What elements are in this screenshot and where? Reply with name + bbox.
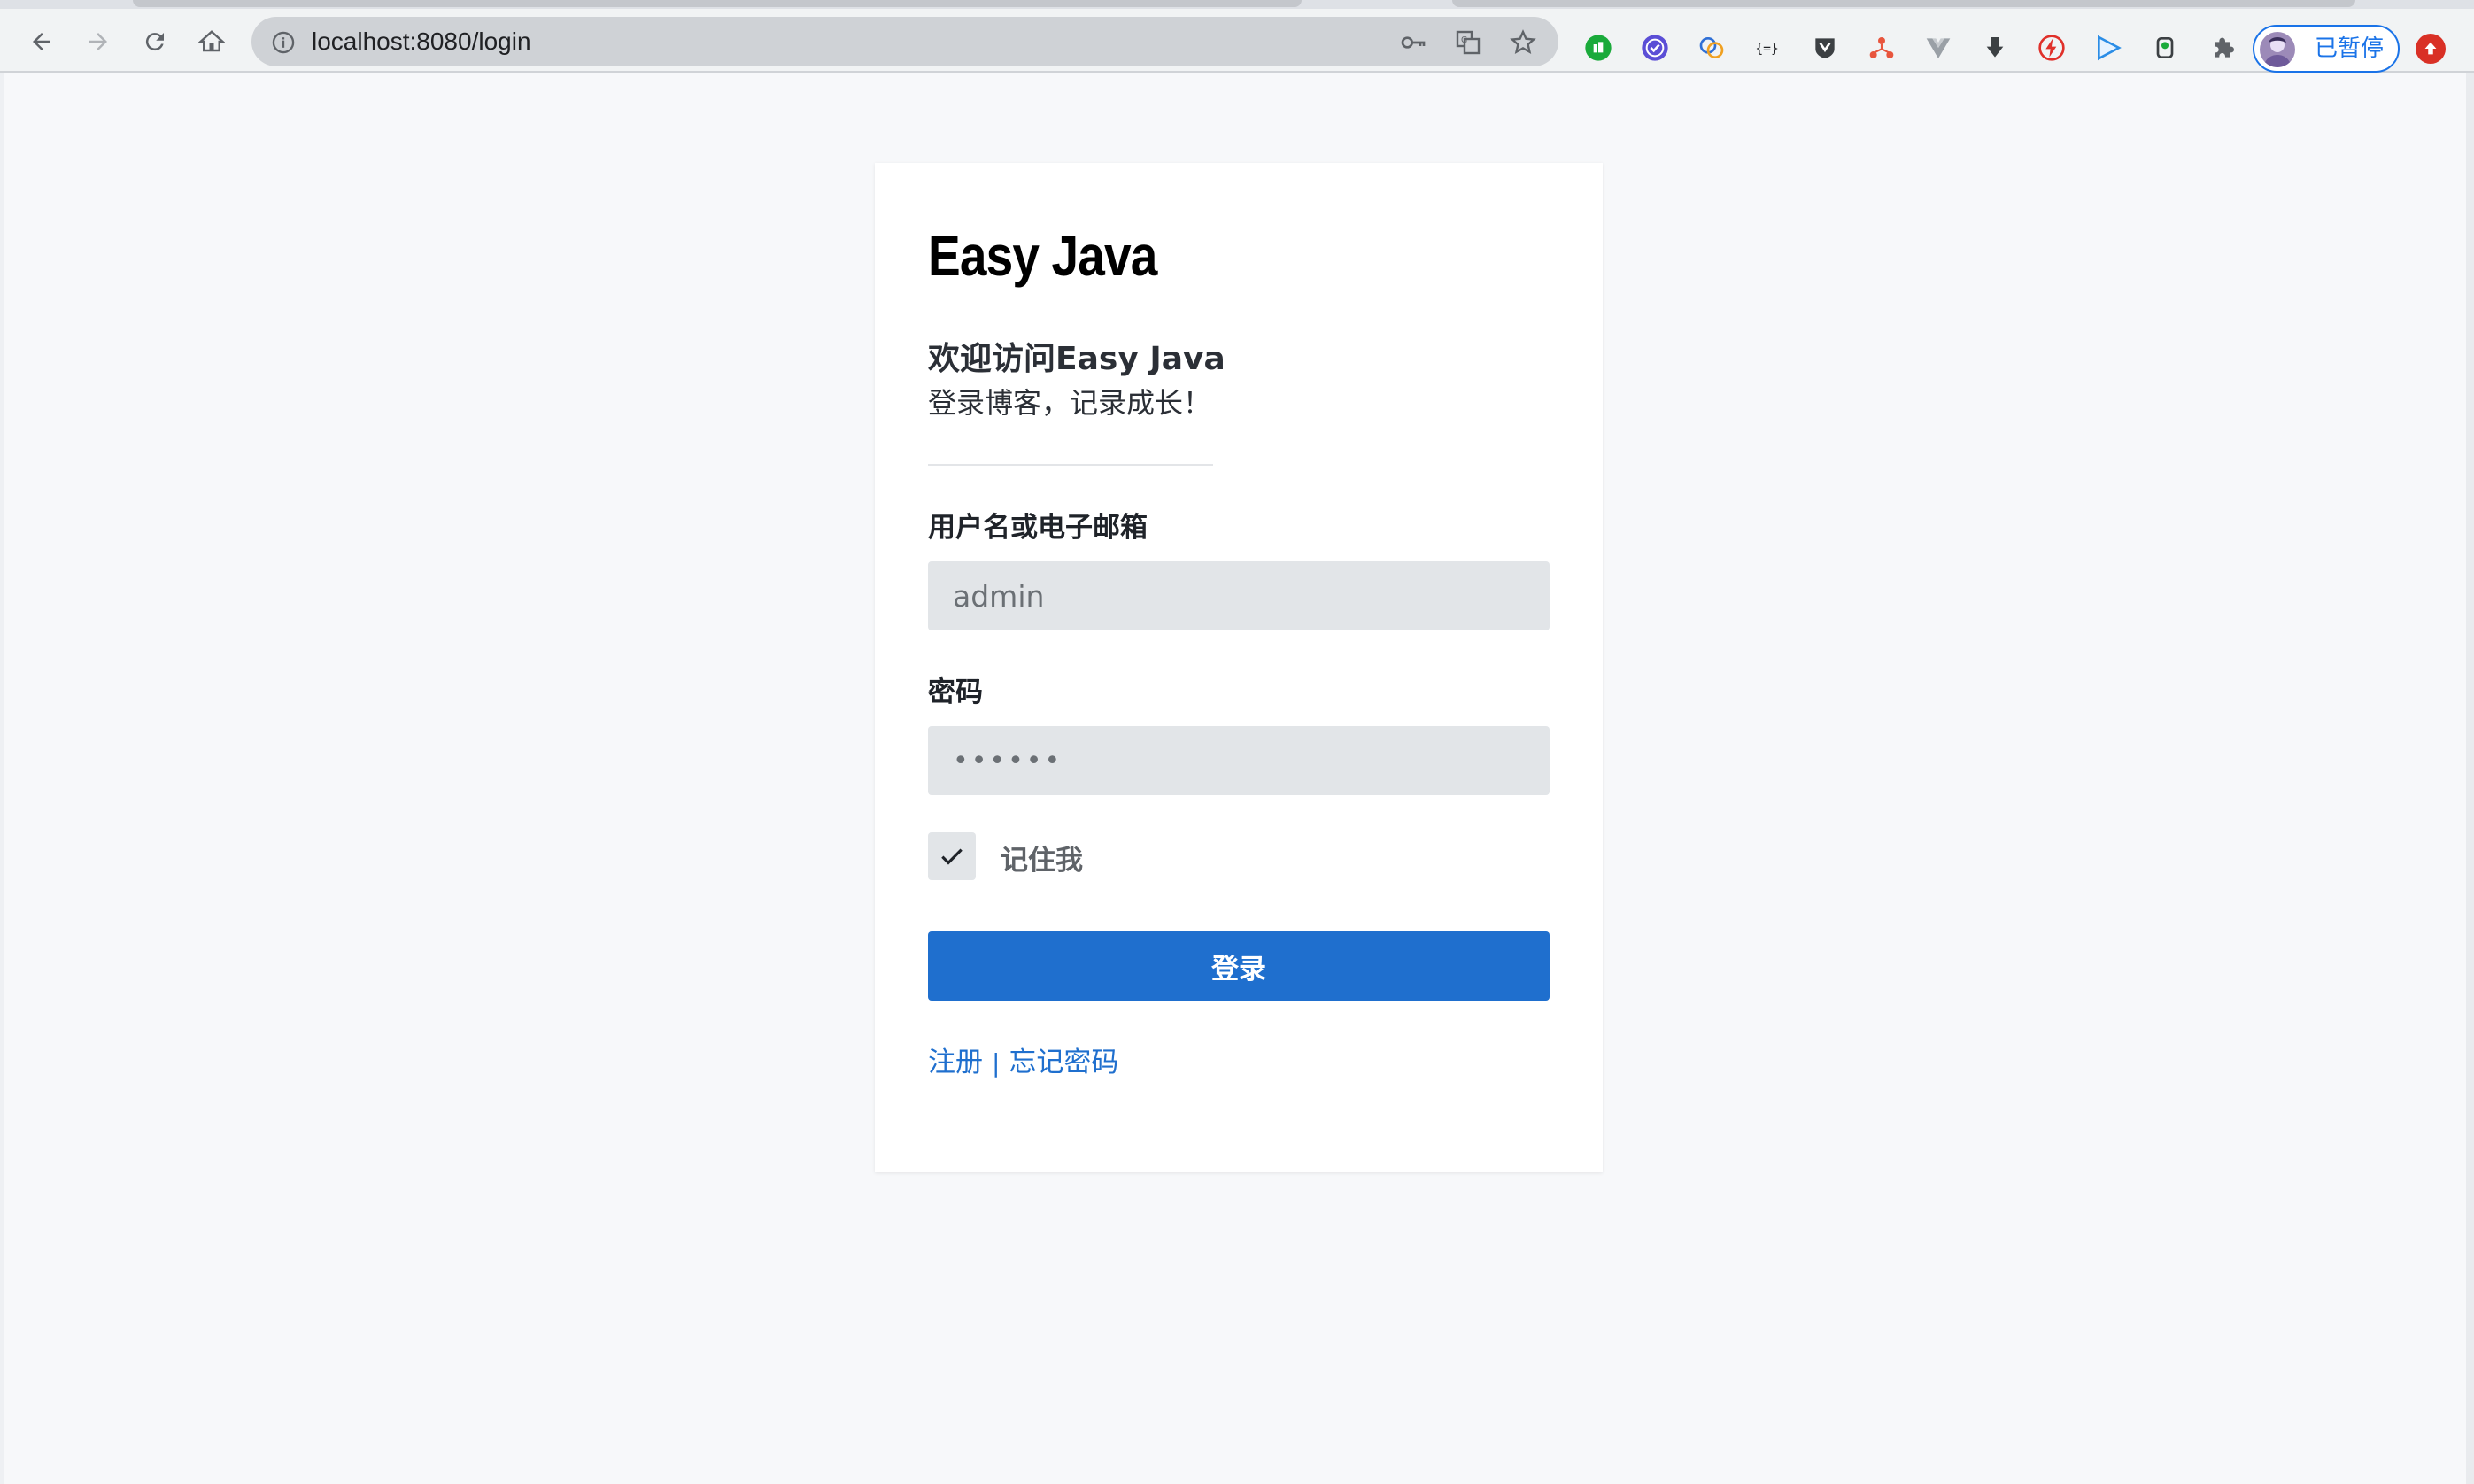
purple-check-ext-icon[interactable] bbox=[1640, 33, 1670, 63]
username-field[interactable] bbox=[928, 561, 1550, 630]
json-ext-icon[interactable]: {=} bbox=[1753, 33, 1783, 63]
url-text[interactable]: localhost:8080/login bbox=[312, 17, 531, 66]
forgot-password-link[interactable]: 忘记密码 bbox=[1009, 1047, 1118, 1078]
browser-tab[interactable] bbox=[1452, 0, 2355, 7]
link-separator: | bbox=[992, 1048, 1001, 1078]
welcome-subtitle: 登录博客，记录成长！ bbox=[928, 386, 1212, 420]
password-field[interactable] bbox=[928, 726, 1550, 795]
blue-ext-icon[interactable] bbox=[1697, 33, 1727, 63]
profile-status-label: 已暂停 bbox=[2315, 35, 2385, 62]
home-icon[interactable] bbox=[197, 27, 227, 57]
remember-me-checkbox[interactable] bbox=[928, 832, 976, 880]
svg-text:G: G bbox=[1461, 35, 1467, 45]
key-icon[interactable] bbox=[1399, 28, 1427, 57]
download-ext-icon[interactable] bbox=[1980, 33, 2010, 63]
avatar bbox=[2260, 32, 2295, 67]
play-ext-icon[interactable] bbox=[2093, 33, 2123, 63]
shield-ext-icon[interactable] bbox=[1810, 33, 1840, 63]
browser-toolbar: localhost:8080/login G {=} 已暂停 bbox=[0, 9, 2474, 73]
password-label: 密码 bbox=[928, 676, 983, 708]
translate-icon[interactable]: G bbox=[1454, 28, 1482, 57]
red-bolt-ext-icon[interactable] bbox=[2037, 33, 2067, 63]
reload-icon[interactable] bbox=[140, 27, 170, 57]
svg-text:{=}: {=} bbox=[1755, 41, 1778, 56]
forward-icon[interactable] bbox=[83, 27, 113, 57]
vue-ext-icon[interactable] bbox=[1923, 33, 1953, 63]
address-bar[interactable]: localhost:8080/login G bbox=[251, 17, 1558, 66]
divider bbox=[928, 464, 1213, 466]
site-info-icon[interactable] bbox=[271, 30, 296, 55]
profile-button[interactable]: 已暂停 bbox=[2253, 25, 2400, 73]
login-button[interactable]: 登录 bbox=[928, 931, 1550, 1001]
checkmark-icon bbox=[941, 848, 963, 865]
username-label: 用户名或电子邮箱 bbox=[928, 512, 1148, 544]
remember-me-label[interactable]: 记住我 bbox=[1001, 838, 1083, 877]
window-edge bbox=[2466, 73, 2474, 1484]
window-edge bbox=[0, 73, 4, 1484]
puzzle-icon[interactable] bbox=[2207, 33, 2237, 63]
register-link[interactable]: 注册 bbox=[928, 1047, 983, 1078]
update-icon[interactable] bbox=[2416, 34, 2446, 64]
green-ext-icon[interactable] bbox=[1583, 33, 1613, 63]
login-card: Easy Java 欢迎访问Easy Java 登录博客，记录成长！ 用户名或电… bbox=[875, 163, 1603, 1172]
browser-tab[interactable] bbox=[133, 0, 1302, 7]
back-icon[interactable] bbox=[27, 27, 57, 57]
auth-links: 注册 | 忘记密码 bbox=[928, 1040, 1118, 1079]
welcome-heading: 欢迎访问Easy Java bbox=[928, 341, 1225, 377]
network-ext-icon[interactable] bbox=[1867, 33, 1897, 63]
leaf-ext-icon[interactable] bbox=[2150, 33, 2180, 63]
brand-logo: Easy Java bbox=[928, 224, 1157, 288]
star-icon[interactable] bbox=[1509, 28, 1537, 57]
